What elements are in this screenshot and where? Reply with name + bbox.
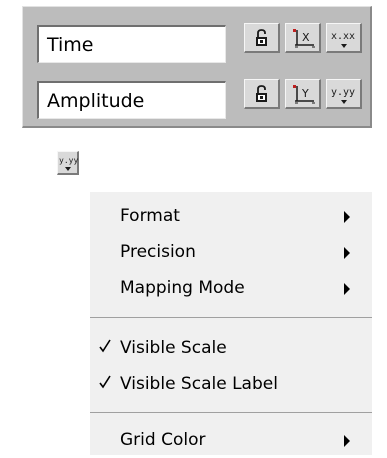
y-scale-autoscale-button[interactable]: Y bbox=[285, 79, 321, 109]
autoscale-y-icon: Y bbox=[293, 85, 315, 104]
menu-item-format[interactable]: Format bbox=[90, 200, 372, 234]
x-scale-format-button[interactable]: x.xx bbox=[326, 23, 362, 53]
submenu-arrow-icon bbox=[344, 283, 350, 295]
popup-format-text: y.yy bbox=[59, 156, 78, 165]
menu-item-grid-color[interactable]: Grid Color bbox=[90, 424, 372, 458]
format-icon: x.xx bbox=[331, 31, 355, 48]
x-axis-letter: X bbox=[302, 31, 310, 44]
y-scale-lock-button[interactable] bbox=[244, 79, 280, 109]
format-icon: y.yy bbox=[331, 87, 355, 104]
autoscale-x-icon: X bbox=[293, 29, 315, 48]
submenu-arrow-icon bbox=[344, 247, 350, 259]
x-scale-lock-button[interactable] bbox=[244, 23, 280, 53]
lock-icon bbox=[256, 85, 267, 102]
checkmark-icon bbox=[99, 339, 111, 353]
menu-item-label: Visible Scale Label bbox=[120, 374, 278, 394]
menu-item-visible-scale-label[interactable]: Visible Scale Label bbox=[90, 368, 372, 402]
x-format-text: x.xx bbox=[331, 31, 355, 42]
format-icon: y.yy bbox=[59, 156, 78, 171]
format-popup-button[interactable]: y.yy bbox=[57, 151, 79, 175]
menu-item-label: Grid Color bbox=[120, 430, 206, 450]
submenu-arrow-icon bbox=[344, 211, 350, 223]
submenu-arrow-icon bbox=[344, 435, 350, 447]
y-format-text: y.yy bbox=[331, 87, 355, 98]
lock-icon bbox=[256, 29, 267, 46]
menu-item-mapping-mode[interactable]: Mapping Mode bbox=[90, 272, 372, 306]
menu-item-visible-scale[interactable]: Visible Scale bbox=[90, 332, 372, 366]
x-scale-name-field[interactable]: Time bbox=[37, 25, 226, 63]
checkmark-icon bbox=[99, 375, 111, 389]
menu-item-label: Precision bbox=[120, 242, 196, 262]
scale-legend-panel: Time X x.xx Amplitude Y y.yy bbox=[22, 6, 372, 128]
format-context-menu: Format Precision Mapping Mode Visible Sc… bbox=[90, 192, 372, 455]
y-scale-format-button[interactable]: y.yy bbox=[326, 79, 362, 109]
x-scale-autoscale-button[interactable]: X bbox=[285, 23, 321, 53]
menu-separator bbox=[90, 412, 372, 413]
menu-separator bbox=[90, 317, 372, 318]
menu-item-label: Mapping Mode bbox=[120, 278, 245, 298]
menu-item-label: Visible Scale bbox=[120, 338, 227, 358]
menu-item-precision[interactable]: Precision bbox=[90, 236, 372, 270]
menu-item-label: Format bbox=[120, 206, 180, 226]
y-axis-letter: Y bbox=[301, 87, 309, 100]
y-scale-name-field[interactable]: Amplitude bbox=[37, 81, 226, 119]
